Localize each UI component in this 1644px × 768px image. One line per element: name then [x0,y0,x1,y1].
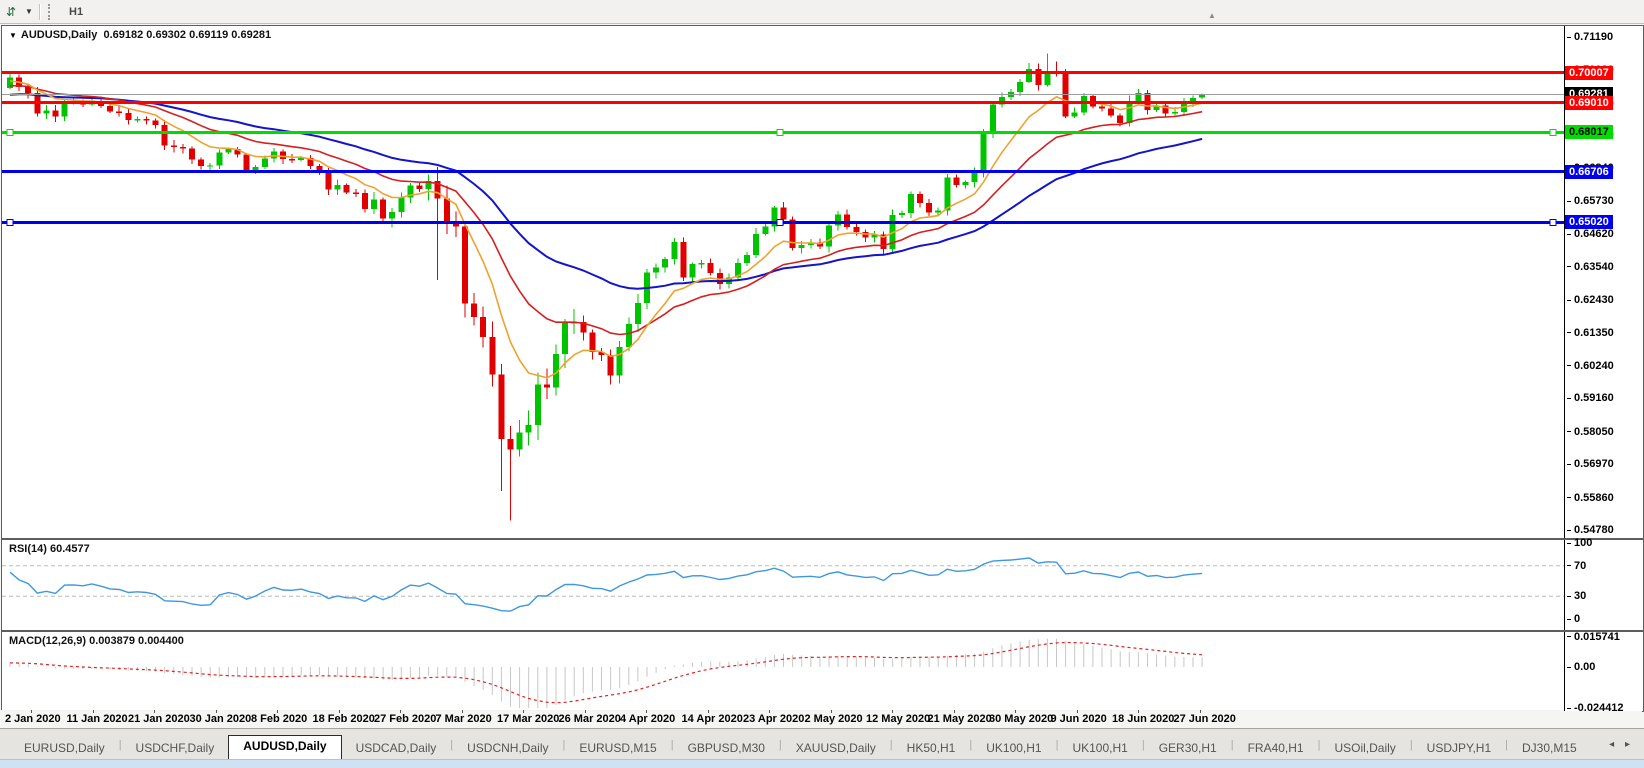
date-axis: 2 Jan 2020 11 Jan 202021 Jan 202030 Jan 2… [1,710,1642,728]
price-axis-tick: 0.55860 [1567,491,1614,505]
chart-tab-usoil-daily[interactable]: USOil,Daily [1320,738,1409,760]
toolbar-drag-handle[interactable] [48,4,55,20]
rsi-axis: 10070300 [1564,540,1642,630]
rsi-indicator-panel: RSI(14) 60.4577 100 70 30 0 [1,539,1644,631]
rsi-canvas[interactable] [2,540,1564,628]
price-chart-panel: ▼ AUDUSD,Daily 0.69182 0.69302 0.69119 0.… [1,25,1644,539]
date-axis-label: 11 Jan 2020 [67,713,128,725]
price-axis-tick: 0.56970 [1567,457,1614,471]
date-axis-label: 2 May 2020 [805,713,863,725]
price-axis-tick: 0.61350 [1567,326,1614,340]
date-axis-label: 27 Jun 2020 [1174,713,1236,725]
chart-tab-bar: EURUSD,Daily|USDCHF,DailyAUDUSD,DailyUSD… [0,728,1644,760]
chart-tabs: EURUSD,Daily|USDCHF,DailyAUDUSD,DailyUSD… [0,729,1591,760]
chart-dropdown-icon[interactable]: ▼ [9,31,17,40]
chart-periods-icon[interactable]: ⇵ [0,3,22,21]
chart-symbol-label: AUDUSD,Daily [21,29,97,41]
macd-indicator-panel: MACD(12,26,9) 0.003879 0.004400 0.015741… [1,631,1644,712]
date-axis-label: 18 Jun 2020 [1112,713,1174,725]
date-axis-label: 9 Jun 2020 [1051,713,1107,725]
level-price-badge: 0.65020 [1565,215,1613,229]
price-axis-tick: 0.64620 [1567,227,1614,241]
price-axis-tick: 0.62430 [1567,293,1614,307]
rsi-axis-tick: 70 [1567,559,1586,573]
date-axis-label: 26 Mar 2020 [559,713,621,725]
timeframe-button-h1[interactable]: H1 [60,3,99,21]
price-axis-tick: 0.71190 [1567,30,1613,44]
price-axis-tick: 0.60240 [1567,359,1614,373]
price-axis-tick: 0.59160 [1567,391,1614,405]
price-chart-canvas[interactable] [2,26,1564,536]
chart-title: ▼ AUDUSD,Daily 0.69182 0.69302 0.69119 0.… [9,29,271,41]
macd-label: MACD(12,26,9) 0.003879 0.004400 [9,635,184,647]
level-price-badge: 0.66706 [1565,165,1613,179]
toolbar-overflow-icon[interactable]: ▲ [1208,11,1216,20]
chart-tab-eurusd-daily[interactable]: EURUSD,Daily [10,738,119,760]
chart-tab-ger30-h1[interactable]: GER30,H1 [1145,738,1231,760]
date-axis-label: 21 May 2020 [928,713,992,725]
rsi-axis-tick: 100 [1567,536,1592,550]
chart-tab-uk100-h1[interactable]: UK100,H1 [1058,738,1141,760]
level-price-badge: 0.69010 [1565,96,1613,110]
toolbar-dropdown-icon[interactable]: ▼ [22,7,36,16]
price-axis-tick: 0.58050 [1567,425,1614,439]
price-axis-tick: 0.63540 [1567,260,1614,274]
date-axis-label: 14 Apr 2020 [682,713,743,725]
chart-tab-usdjpy-h1[interactable]: USDJPY,H1 [1413,738,1505,760]
price-axis-tick: 0.65730 [1567,194,1614,208]
chart-tab-fra40-h1[interactable]: FRA40,H1 [1234,738,1318,760]
date-axis-label: 4 Apr 2020 [620,713,675,725]
tabs-scroll-right-icon[interactable]: ▸ [1625,739,1630,750]
rsi-axis-tick: 0 [1567,612,1580,626]
chart-tab-usdchf-daily[interactable]: USDCHF,Daily [122,738,229,760]
chart-tab-hk50-h1[interactable]: HK50,H1 [893,738,970,760]
macd-axis-tick: 0.00 [1567,660,1595,674]
macd-axis-tick: 0.015741 [1567,630,1620,644]
date-axis-label: 17 Mar 2020 [497,713,559,725]
chart-tab-usdcnh-daily[interactable]: USDCNH,Daily [453,738,562,760]
chart-ohlc-values: 0.69182 0.69302 0.69119 0.69281 [103,29,271,41]
status-strip [0,759,1644,768]
timeframe-toolbar: ⇵ ▼ M1M5M15M30H1H4D1W1MN ▲ [0,0,1644,24]
chart-tab-uk100-h1[interactable]: UK100,H1 [972,738,1055,760]
price-axis-tick: 0.54780 [1567,523,1614,537]
date-axis-label: 12 May 2020 [866,713,930,725]
date-axis-label: 23 Apr 2020 [743,713,804,725]
chart-tab-eurusd-m15[interactable]: EURUSD,M15 [565,738,670,760]
date-axis-label: 30 Jan 2020 [190,713,252,725]
chart-tab-usdcad-daily[interactable]: USDCAD,Daily [342,738,451,760]
chart-tab-xauusd-daily[interactable]: XAUUSD,Daily [782,738,890,760]
rsi-axis-tick: 30 [1567,589,1586,603]
rsi-label: RSI(14) 60.4577 [9,543,90,555]
chart-tab-gbpusd-m30[interactable]: GBPUSD,M30 [674,738,779,760]
macd-axis: 0.0157410.00-0.024412 [1564,632,1642,711]
macd-axis-tick: -0.024412 [1567,701,1624,715]
tabs-scroll-left-icon[interactable]: ◂ [1609,739,1614,750]
date-axis-label: 7 Mar 2020 [436,713,492,725]
mt4-chart-window: ⇵ ▼ M1M5M15M30H1H4D1W1MN ▲ ▼ AUDUSD,Daily… [0,0,1644,768]
level-price-badge: 0.68017 [1565,125,1613,139]
price-axis: 0.711900.700800.689700.679200.668400.657… [1564,26,1642,538]
date-axis-label: 8 Feb 2020 [251,713,307,725]
macd-canvas[interactable] [2,632,1564,709]
date-axis-label: 27 Feb 2020 [374,713,436,725]
toolbar-separator [39,4,41,20]
date-axis-label: 30 May 2020 [989,713,1053,725]
level-price-badge: 0.70007 [1565,66,1613,80]
tab-scroll-arrows: ◂ ▸ [1601,739,1644,750]
date-axis-label: 18 Feb 2020 [313,713,375,725]
chart-tab-dj30-m15[interactable]: DJ30,M15 [1508,738,1591,760]
date-axis-label: 2 Jan 2020 [5,713,61,725]
chart-tab-audusd-daily[interactable]: AUDUSD,Daily [228,735,341,760]
date-axis-label: 21 Jan 2020 [128,713,190,725]
